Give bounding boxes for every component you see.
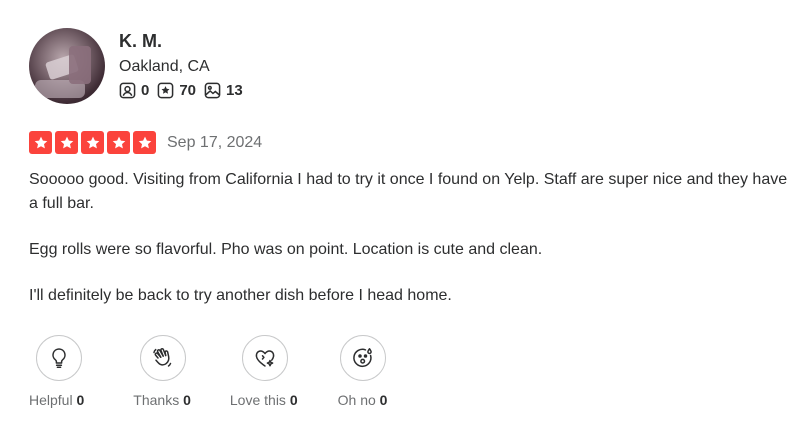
thanks-button[interactable] (140, 335, 187, 381)
oh-no-label: Oh no 0 (338, 392, 388, 408)
friends-stat: 0 (119, 82, 149, 99)
oh-no-button[interactable] (339, 335, 386, 381)
reaction-helpful: Helpful 0 (29, 335, 84, 408)
helpful-count: 0 (76, 392, 85, 408)
star-rating (29, 131, 159, 154)
heart-sparkle-icon (255, 350, 275, 367)
love-this-label: Love this 0 (230, 392, 298, 408)
review-paragraph: I'll definitely be back to try another d… (29, 287, 452, 304)
thanks-label: Thanks 0 (133, 392, 191, 408)
helpful-label: Helpful 0 (29, 392, 84, 408)
review-card: K. M. Oakland, CA 0 70 13 Sep 17, 2024 S… (29, 28, 789, 308)
reaction-love: Love this 0 (230, 335, 298, 408)
user-location: Oakland, CA (119, 58, 210, 75)
friends-icon (119, 82, 136, 99)
rating-row: Sep 17, 2024 (29, 131, 789, 154)
review-text: Sooooo good. Visiting from California I … (29, 168, 789, 308)
user-info: K. M. Oakland, CA 0 70 13 (119, 30, 251, 99)
oh-no-text: Oh no (337, 392, 376, 408)
reaction-bar: Helpful 0 Thanks 0 Love this 0 Oh no 0 (29, 335, 387, 408)
photo-icon (204, 82, 221, 99)
avatar[interactable] (29, 28, 105, 104)
friends-count: 0 (141, 82, 150, 99)
user-passport: K. M. Oakland, CA 0 70 13 (29, 28, 789, 104)
love-this-button[interactable] (241, 335, 288, 381)
user-stats: 0 70 13 (119, 82, 251, 99)
review-date: Sep 17, 2024 (167, 133, 263, 151)
photos-stat: 13 (204, 82, 243, 99)
user-name[interactable]: K. M. (119, 30, 251, 52)
star-icon (81, 131, 104, 154)
lightbulb-icon (52, 348, 66, 368)
review-paragraph: Egg rolls were so flavorful. Pho was on … (29, 241, 543, 258)
oh-no-count: 0 (379, 392, 388, 408)
surprised-face-icon (352, 348, 372, 368)
reviews-count: 70 (179, 82, 197, 99)
waving-hand-icon (153, 348, 172, 367)
thanks-text: Thanks (133, 392, 180, 408)
photos-count: 13 (226, 82, 243, 99)
love-this-text: Love this (229, 392, 286, 408)
star-icon (107, 131, 130, 154)
helpful-text: Helpful (29, 392, 73, 408)
star-icon (133, 131, 156, 154)
reviews-stat: 70 (157, 82, 196, 99)
review-star-icon (158, 82, 174, 99)
helpful-button[interactable] (36, 335, 82, 381)
reaction-oh-no: Oh no 0 (338, 335, 388, 408)
reaction-thanks: Thanks 0 (133, 335, 191, 408)
thanks-count: 0 (183, 392, 191, 408)
love-this-count: 0 (289, 392, 298, 408)
star-icon (29, 131, 52, 154)
star-icon (55, 131, 78, 154)
review-paragraph: Sooooo good. Visiting from California I … (29, 171, 788, 212)
